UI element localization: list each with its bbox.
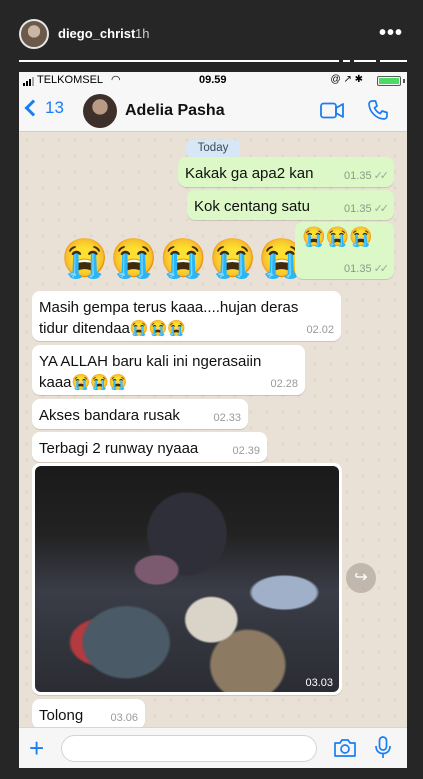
message-timestamp: 02.02 [306,324,334,336]
status-clock: 09.59 [199,74,227,86]
unread-count: 13 [45,98,64,117]
progress-divider [376,60,380,62]
carrier-name: TELKOMSEL [37,74,104,86]
message-timestamp: 01.35 ✓✓ [344,170,390,182]
message-outgoing[interactable]: Kok centang satu 01.35 ✓✓ [187,190,394,220]
emoji-sticker-row[interactable]: 😭😭😭😭😭 [61,237,308,281]
story-avatar[interactable] [19,19,49,49]
message-text: 😭😭😭 [302,227,373,248]
message-text-line: kaaa😭😭😭 [39,374,128,391]
message-composer: + [19,727,407,768]
message-timestamp: 03.06 [110,712,138,724]
photo-image[interactable]: 03.03 [35,466,339,692]
story-progress-bar [19,60,407,62]
signal-icon [23,77,34,86]
more-dots-icon[interactable]: ••• [379,22,403,45]
status-bar: TELKOMSEL ◠ 09.59 @ ↗ ✱ [19,72,407,89]
camera-icon[interactable] [333,738,357,758]
story-time-ago: 1h [135,26,150,41]
double-check-icon: ✓✓ [373,263,390,275]
message-timestamp: 02.28 [270,378,298,390]
story-header: diego_christ 1h ••• [0,0,423,66]
message-photo[interactable]: 03.03 [32,463,342,695]
contact-name[interactable]: Adelia Pasha [125,102,225,120]
double-check-icon: ✓✓ [373,170,390,182]
message-incoming[interactable]: YA ALLAH baru kali ini ngerasaiin kaaa😭😭… [32,345,305,395]
message-text: Akses bandara rusak [39,407,180,424]
message-text-line: Masih gempa terus kaaa....hujan deras [39,299,299,316]
message-outgoing[interactable]: 😭😭😭 01.35 ✓✓ [295,222,394,279]
message-text-line: tidur ditendaa😭😭😭 [39,320,186,337]
message-timestamp: 03.03 [305,677,333,689]
message-timestamp: 01.35 ✓✓ [344,203,390,215]
wifi-icon: ◠ [111,74,121,86]
chevron-left-icon [24,99,42,117]
story-username[interactable]: diego_christ [58,26,135,41]
phone-screen: TELKOMSEL ◠ 09.59 @ ↗ ✱ 13 Adelia Pasha … [19,72,407,768]
chat-header: 13 Adelia Pasha [19,89,407,132]
message-timestamp: 01.35 ✓✓ [344,263,390,275]
message-incoming[interactable]: Masih gempa terus kaaa....hujan deras ti… [32,291,341,341]
message-outgoing[interactable]: Kakak ga apa2 kan 01.35 ✓✓ [178,157,394,187]
forward-icon[interactable]: ↪ [346,563,376,593]
video-call-icon[interactable] [320,102,344,119]
double-check-icon: ✓✓ [373,203,390,215]
battery-nub [403,79,405,83]
progress-divider [350,60,354,62]
contact-avatar[interactable] [83,94,117,128]
message-text-line: YA ALLAH baru kali ini ngerasaiin [39,353,262,370]
battery-icon [377,76,401,86]
message-incoming[interactable]: Terbagi 2 runway nyaaa 02.39 [32,432,267,462]
message-text: Tolong [39,707,84,724]
progress-divider [339,60,343,62]
message-timestamp: 02.39 [232,445,260,457]
plus-icon[interactable]: + [29,735,44,761]
message-input[interactable] [61,735,317,762]
microphone-icon[interactable] [374,736,392,760]
voice-call-icon[interactable] [367,99,389,121]
message-timestamp: 02.33 [213,412,241,424]
message-text: Terbagi 2 runway nyaaa [39,440,199,457]
chat-area[interactable]: Today Kakak ga apa2 kan 01.35 ✓✓ Kok cent… [19,132,407,729]
message-text: Kok centang satu [194,198,310,215]
back-button[interactable]: 13 [24,98,64,118]
message-incoming[interactable]: Tolong 03.06 [32,699,145,729]
message-text: Kakak ga apa2 kan [185,165,314,182]
date-divider: Today [186,140,240,157]
message-incoming[interactable]: Akses bandara rusak 02.33 [32,399,248,429]
status-icons: @ ↗ ✱ [330,74,363,85]
